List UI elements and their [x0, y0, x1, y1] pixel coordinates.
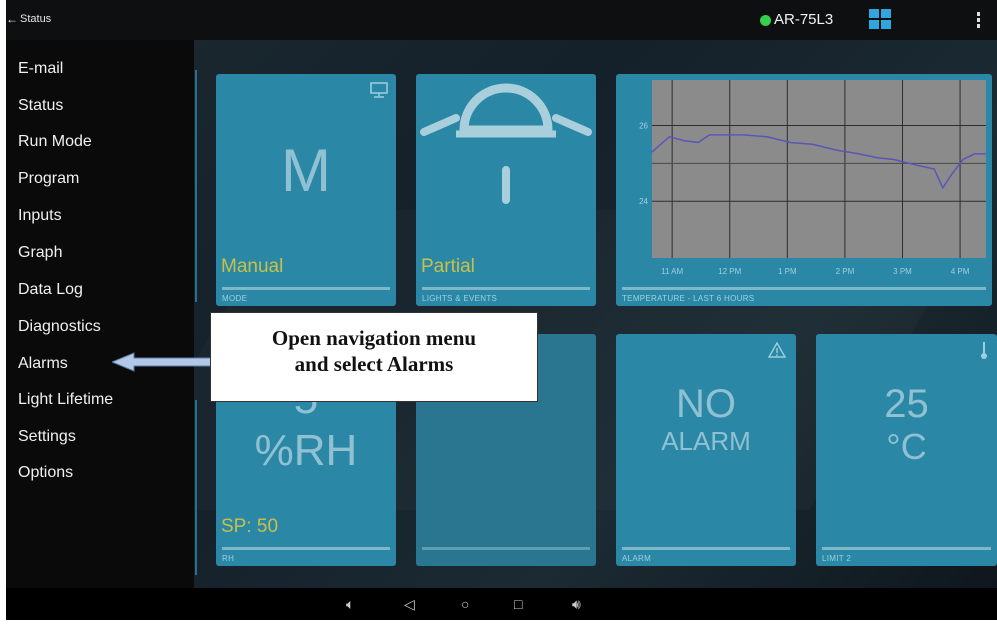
mode-letter: M — [281, 137, 331, 204]
top-bar: ← Status AR-75L3 — [6, 0, 997, 40]
alarm-status-sub: ALARM — [661, 426, 751, 456]
volume-up-icon[interactable]: 🔊︎ — [572, 596, 581, 613]
limit-value: 25 — [884, 382, 929, 426]
rh-unit: %RH — [254, 426, 358, 475]
monitor-icon — [370, 82, 388, 98]
volume-down-icon[interactable]: 🔈︎ — [346, 596, 354, 613]
menu-item-status[interactable]: Status — [18, 97, 63, 115]
lights-tile[interactable]: Partial LIGHTS & EVENTS — [416, 74, 596, 306]
lamp-icon — [420, 83, 592, 204]
rh-setpoint: SP: 50 — [221, 516, 279, 537]
back-button[interactable]: ← Status — [6, 12, 51, 26]
plot-area — [652, 80, 986, 258]
warning-icon — [768, 342, 786, 358]
alarm-status: NO — [676, 382, 736, 426]
lights-value: Partial — [421, 256, 475, 277]
limit-caption: LIMIT 2 — [822, 554, 852, 563]
back-arrow-icon: ← — [6, 12, 18, 26]
temp-caption: TEMPERATURE - LAST 6 HOURS — [622, 294, 755, 303]
dashboard-grid-icon[interactable] — [869, 9, 891, 29]
menu-item-settings[interactable]: Settings — [18, 428, 76, 446]
x-tick-label: 1 PM — [778, 267, 797, 276]
connection-status-icon — [760, 15, 771, 26]
temperature-graph-tile[interactable]: 24 26 11 AM 12 PM 1 PM 2 PM 3 PM 4 PM TEMPERATU… — [616, 74, 992, 306]
menu-item-alarms[interactable]: Alarms — [18, 355, 68, 373]
menu-item-program[interactable]: Program — [18, 170, 79, 188]
mode-value: Manual — [221, 256, 284, 277]
overflow-menu-icon[interactable] — [977, 12, 980, 28]
recents-icon[interactable]: □ — [514, 596, 522, 612]
temperature-chart: 24 26 11 AM 12 PM 1 PM 2 PM 3 PM 4 PM — [639, 80, 986, 276]
menu-item-inputs[interactable]: Inputs — [18, 207, 62, 225]
x-tick-label: 3 PM — [893, 267, 912, 276]
menu-item-e-mail[interactable]: E-mail — [18, 60, 63, 78]
tablet-screen: ← Status AR-75L3 M Manual MODE Partial L… — [6, 0, 997, 620]
menu-item-graph[interactable]: Graph — [18, 244, 62, 262]
callout-arrow-icon — [112, 352, 216, 372]
device-id[interactable]: AR-75L3 — [774, 11, 833, 28]
limit-unit: °C — [886, 426, 927, 467]
menu-item-run-mode[interactable]: Run Mode — [18, 133, 92, 151]
mode-tile[interactable]: M Manual MODE — [216, 74, 396, 306]
alarm-caption: ALARM — [622, 554, 652, 563]
back-icon[interactable]: ◁ — [404, 596, 415, 613]
mode-caption: MODE — [222, 294, 248, 303]
thermometer-icon — [981, 342, 987, 359]
lights-caption: LIGHTS & EVENTS — [422, 294, 498, 303]
system-nav-bar: 🔈︎ ◁ ○ □ 🔊︎ — [6, 588, 997, 620]
menu-item-diagnostics[interactable]: Diagnostics — [18, 318, 101, 336]
home-icon[interactable]: ○ — [461, 596, 469, 612]
back-label: Status — [20, 13, 52, 25]
limit-tile[interactable]: 25 °C LIMIT 2 — [816, 334, 997, 566]
menu-item-data-log[interactable]: Data Log — [18, 281, 83, 299]
x-tick-label: 2 PM — [836, 267, 855, 276]
menu-item-options[interactable]: Options — [18, 464, 73, 482]
x-tick-label: 12 PM — [718, 267, 741, 276]
rh-caption: RH — [222, 554, 235, 563]
callout-line-2: and select Alarms — [294, 352, 454, 376]
x-tick-label: 11 AM — [661, 267, 683, 276]
x-tick-label: 4 PM — [951, 267, 970, 276]
y-tick-label: 24 — [639, 197, 648, 206]
instruction-callout: Open navigation menu and select Alarms — [210, 312, 538, 402]
navigation-drawer: E-mail Status Run Mode Program Inputs Graph Da… — [6, 40, 194, 588]
callout-line-1: Open navigation menu — [271, 326, 477, 350]
alarm-tile[interactable]: NO ALARM ALARM — [616, 334, 796, 566]
menu-item-light-lifetime[interactable]: Light Lifetime — [18, 391, 113, 409]
y-tick-label: 26 — [639, 121, 648, 130]
